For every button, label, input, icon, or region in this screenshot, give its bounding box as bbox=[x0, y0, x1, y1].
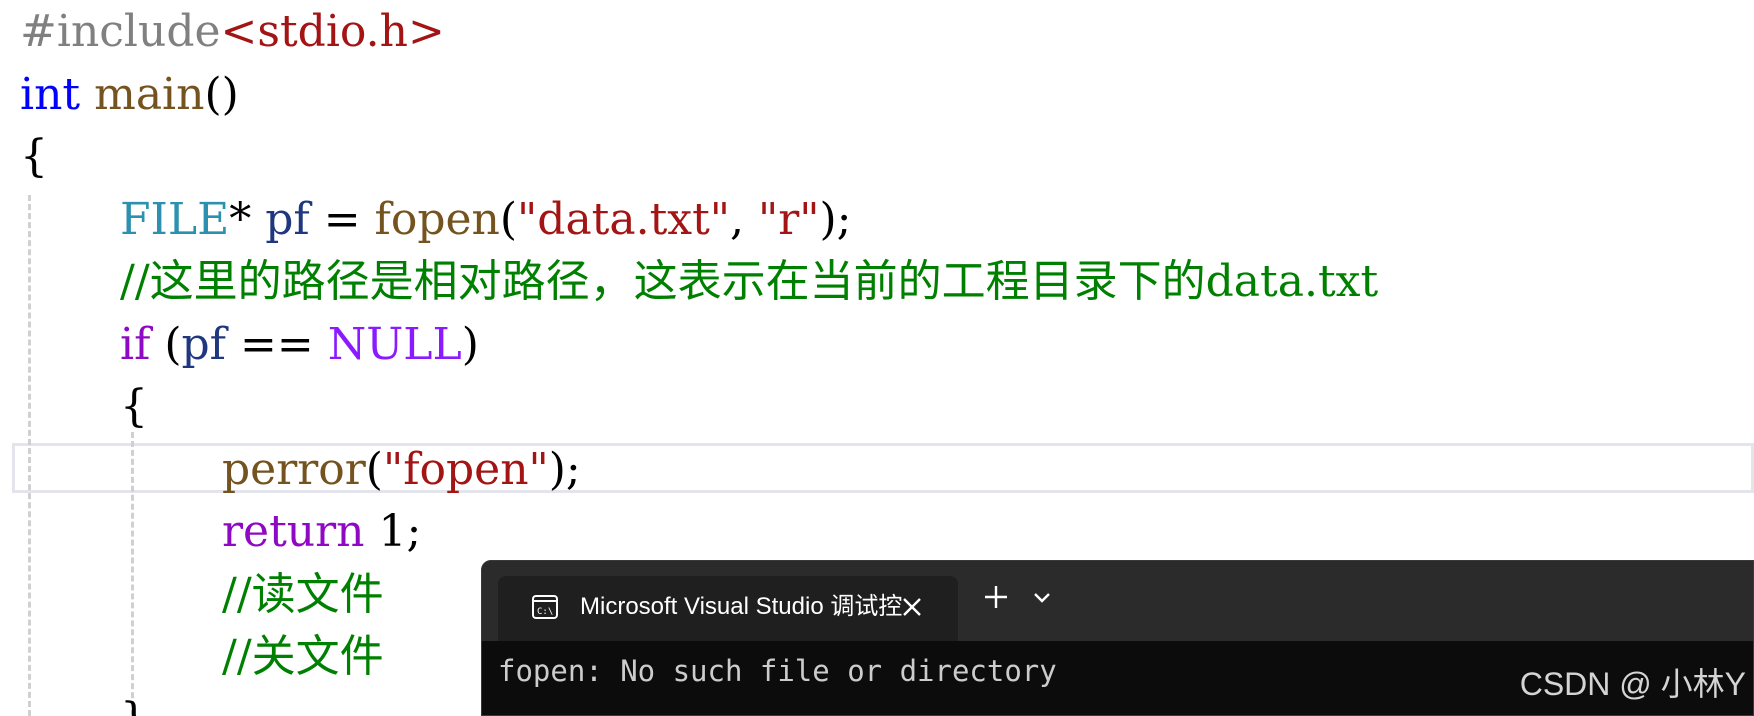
code-token: "data.txt" bbox=[517, 194, 730, 245]
code-token: //读文件 bbox=[222, 569, 384, 620]
code-token: == bbox=[225, 319, 328, 370]
code-token: pf bbox=[265, 194, 310, 245]
terminal-tab[interactable]: C:\ Microsoft Visual Studio 调试控 bbox=[498, 576, 958, 642]
code-token: "fopen" bbox=[382, 444, 549, 495]
code-token: * bbox=[229, 194, 266, 245]
code-token: <stdio.h> bbox=[220, 6, 445, 57]
code-token: main bbox=[94, 69, 205, 120]
code-line[interactable]: if (pf == NULL) bbox=[120, 313, 479, 376]
code-line[interactable]: } bbox=[120, 688, 148, 716]
code-token: if bbox=[120, 319, 151, 370]
plus-icon[interactable] bbox=[982, 583, 1010, 611]
code-line[interactable]: //关文件 bbox=[222, 625, 384, 688]
code-token: pf bbox=[181, 319, 226, 370]
code-line[interactable]: #include<stdio.h> bbox=[20, 0, 445, 63]
chevron-down-icon[interactable] bbox=[1030, 585, 1054, 609]
code-line[interactable]: //这里的路径是相对路径，这表示在当前的工程目录下的data.txt bbox=[120, 250, 1378, 313]
code-line[interactable]: return 1; bbox=[222, 500, 421, 563]
code-token: //这里的路径是相对路径，这表示在当前的工程目录下的data.txt bbox=[120, 256, 1379, 307]
code-token: { bbox=[120, 381, 148, 432]
close-icon[interactable] bbox=[898, 593, 926, 621]
code-token: ); bbox=[819, 194, 852, 245]
code-line[interactable]: { bbox=[120, 375, 148, 438]
code-token: () bbox=[204, 69, 239, 120]
code-line[interactable]: //读文件 bbox=[222, 563, 384, 626]
code-token: "r" bbox=[757, 194, 820, 245]
code-token: , bbox=[730, 194, 758, 245]
code-token: ( bbox=[150, 319, 182, 370]
code-line[interactable]: FILE* pf = fopen("data.txt", "r"); bbox=[120, 188, 852, 251]
code-token: 1; bbox=[364, 506, 422, 557]
indent-guide bbox=[131, 432, 134, 716]
code-token: int bbox=[20, 69, 81, 120]
code-token: #include bbox=[20, 6, 221, 57]
console-icon: C:\ bbox=[532, 595, 558, 619]
indent-guide bbox=[28, 195, 31, 716]
code-token: NULL bbox=[327, 319, 462, 370]
code-token: //关文件 bbox=[222, 631, 384, 682]
terminal-tab-title: Microsoft Visual Studio 调试控 bbox=[580, 593, 903, 620]
code-line[interactable]: perror("fopen"); bbox=[222, 438, 581, 501]
code-token: = bbox=[309, 194, 375, 245]
code-token: return bbox=[222, 506, 365, 557]
terminal-output-text: fopen: No such file or directory bbox=[498, 654, 1057, 688]
code-token: } bbox=[120, 694, 148, 716]
terminal-tab-bar: C:\ Microsoft Visual Studio 调试控 bbox=[482, 561, 1753, 642]
code-token: FILE bbox=[120, 194, 230, 245]
code-token: ( bbox=[365, 444, 383, 495]
code-token: perror bbox=[222, 444, 366, 495]
svg-text:C:\: C:\ bbox=[537, 607, 553, 617]
watermark: CSDN @ 小林Y bbox=[1519, 666, 1746, 702]
code-token: { bbox=[20, 131, 48, 182]
code-token: fopen bbox=[374, 194, 500, 245]
code-token: ) bbox=[461, 319, 479, 370]
code-line[interactable]: int main() bbox=[20, 63, 239, 126]
code-line[interactable]: { bbox=[20, 125, 48, 188]
code-token: ( bbox=[499, 194, 518, 245]
code-token: ); bbox=[548, 444, 581, 495]
